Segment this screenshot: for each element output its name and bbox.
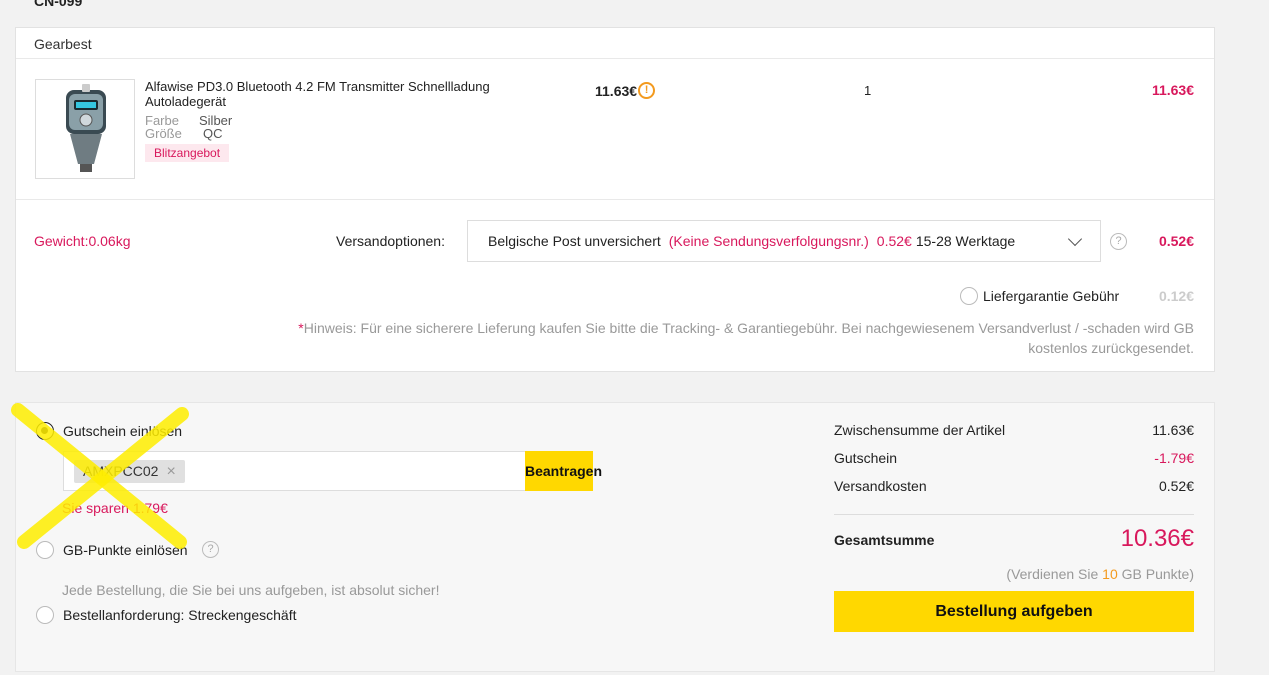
shipping-carrier: Belgische Post unversichert [488,233,661,249]
shipping-select[interactable]: Belgische Post unversichert (Keine Sendu… [467,220,1101,262]
close-icon[interactable]: × [166,463,175,480]
payment-section: Gutschein einlösen AMXPCC02 × Beantragen… [15,402,1215,672]
weight-label: Gewicht:0.06kg [34,233,131,249]
divider [834,514,1194,515]
unit-price-value: 11.63€ [595,82,638,99]
shipping-tracking-note: (Keine Sendungsverfolgungsnr.) [668,233,869,249]
coupon-summary-value: -1.79€ [1154,450,1194,466]
points-help-icon[interactable]: ? [202,541,219,558]
chevron-down-icon [1067,231,1083,247]
coupon-label[interactable]: Gutschein einlösen [63,423,182,439]
store-name: Gearbest [34,36,92,52]
guarantee-radio[interactable] [960,287,978,305]
quantity: 1 [864,83,872,98]
attr-size-value: QC [203,126,223,141]
coupon-chip: AMXPCC02 × [74,460,185,483]
points-label[interactable]: GB-Punkte einlösen [63,542,188,558]
apply-coupon-button[interactable]: Beantragen [525,451,602,491]
coupon-input[interactable]: AMXPCC02 × [63,451,526,491]
coupon-row: Gutschein -1.79€ [834,450,1194,466]
car-charger-image [66,84,106,172]
savings-text: Sie sparen 1.79€ [62,500,168,516]
dropship-label[interactable]: Bestellanforderung: Streckengeschäft [63,607,296,623]
safe-order-note: Jede Bestellung, die Sie bei uns aufgebe… [62,582,440,598]
place-order-button[interactable]: Bestellung aufgeben [834,591,1194,632]
order-code: CN-099 [34,0,83,9]
notice-text: Hinweis: Für eine sicherere Lieferung ka… [303,320,1194,356]
subtotal-row: Zwischensumme der Artikel 11.63€ [834,422,1194,438]
shipping-cost: 0.52€ [1158,233,1194,249]
shipping-summary-value: 0.52€ [1158,478,1194,494]
earn-points: 10 [1102,566,1118,582]
shipping-eta: 15-28 Werktage [915,233,1016,249]
shipping-options-label: Versandoptionen: [336,233,445,249]
product-image[interactable] [35,79,135,179]
coupon-summary-label: Gutschein [834,450,898,466]
store-section: Gearbest Alfawise PD3.0 Bluetooth 4.2 FM… [15,27,1215,372]
flash-sale-badge: Blitzangebot [145,144,230,162]
earn-prefix: (Verdienen Sie [1006,566,1099,582]
divider [16,58,1214,59]
shipping-row: Versandkosten 0.52€ [834,478,1194,494]
total-label: Gesamtsumme [834,532,935,548]
divider [16,199,1214,200]
shipping-price: 0.52€ [876,233,912,249]
unit-price: 11.63€ ! [595,82,656,99]
coupon-radio[interactable] [36,422,54,440]
shipping-summary-label: Versandkosten [834,478,927,494]
line-total: 11.63€ [1151,82,1194,98]
shipping-notice: *Hinweis: Für eine sicherere Lieferung k… [236,318,1194,358]
subtotal-label: Zwischensumme der Artikel [834,422,1006,438]
guarantee-label[interactable]: Liefergarantie Gebühr [983,288,1119,304]
points-radio[interactable] [36,541,54,559]
product-title[interactable]: Alfawise PD3.0 Bluetooth 4.2 FM Transmit… [145,79,525,109]
warning-icon[interactable]: ! [638,82,656,99]
dropship-radio[interactable] [36,606,54,624]
earn-suffix: GB Punkte) [1121,566,1194,582]
subtotal-value: 11.63€ [1152,422,1194,438]
total-value: 10.36€ [1120,525,1194,552]
coupon-code: AMXPCC02 [83,463,159,479]
attr-size-key: Größe [145,126,182,141]
guarantee-cost: 0.12€ [1158,288,1194,304]
earn-points-text: (Verdienen Sie 10 GB Punkte) [916,566,1194,582]
